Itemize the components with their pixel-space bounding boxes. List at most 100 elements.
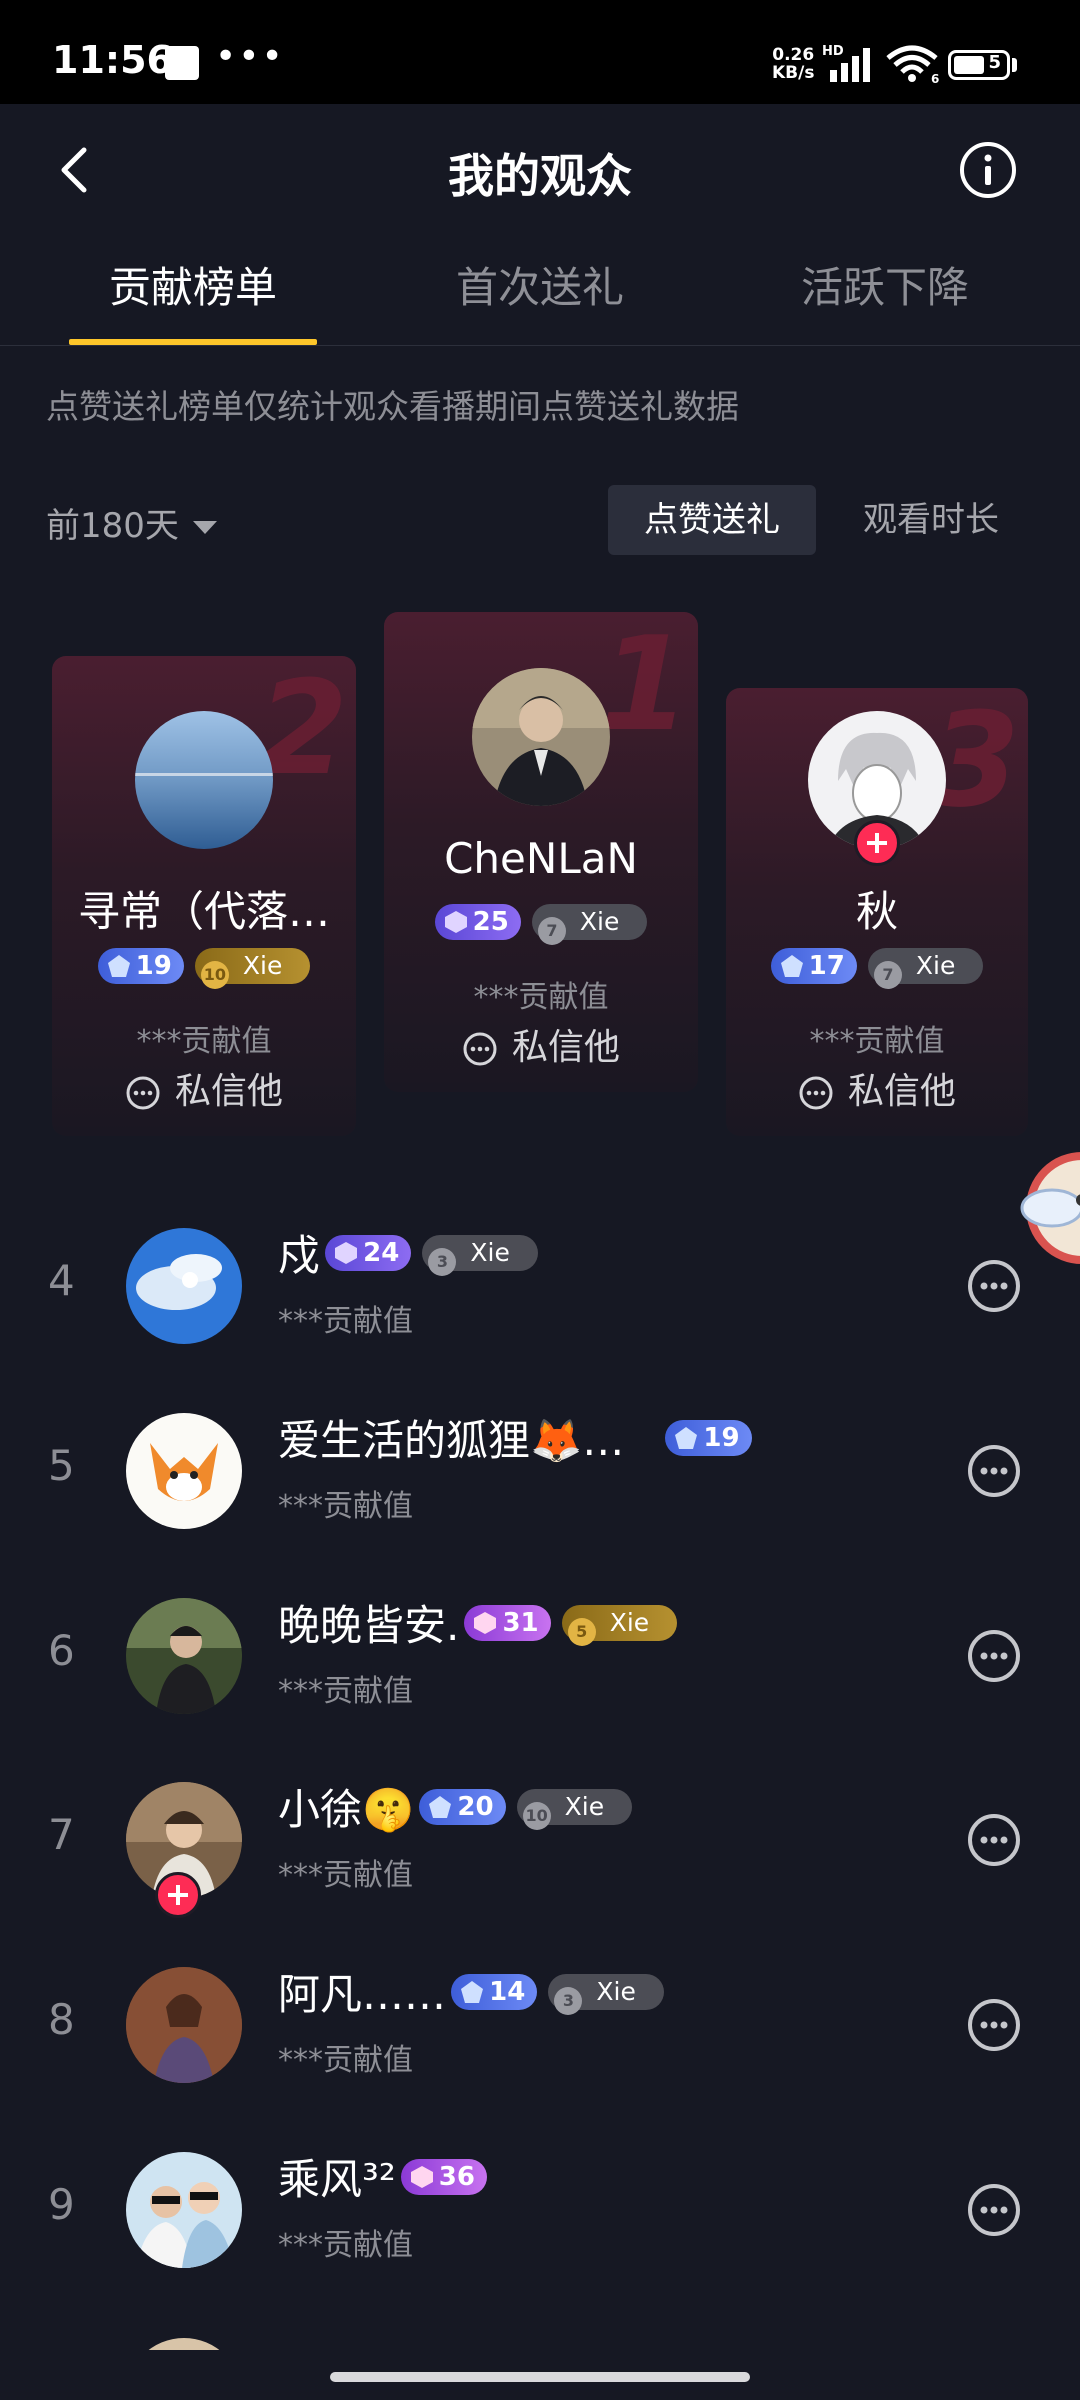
- avatar[interactable]: [126, 1413, 242, 1529]
- gem-icon: [444, 911, 467, 933]
- message-icon[interactable]: [966, 1997, 1022, 2053]
- card-name: 秋: [855, 887, 898, 936]
- level-badge: 36: [400, 2158, 487, 2195]
- dm-button[interactable]: 私信他: [52, 1062, 356, 1114]
- contribution-value: ***贡献值: [278, 1858, 413, 1893]
- user-name: 小徐🤫: [278, 1785, 415, 1834]
- signal-icon: [830, 48, 870, 82]
- level-badge: 31: [464, 1604, 551, 1641]
- avatar[interactable]: [126, 2338, 242, 2350]
- list-item[interactable]: 4 戍 24 3 Xie ***贡献值: [0, 1198, 1080, 1378]
- contribution-value: ***贡献值: [473, 980, 609, 1015]
- avatar[interactable]: [126, 1228, 242, 1344]
- gem-icon: [107, 955, 130, 977]
- list-item[interactable]: 6 晚晚皆安. 31 5 Xie ***贡献值: [0, 1568, 1080, 1748]
- toggle-watch-time[interactable]: 观看时长: [836, 485, 1026, 555]
- gem-icon: [461, 1980, 484, 2003]
- podium-card-3[interactable]: 3 秋 17 7 Xie ***贡献值 私信他: [726, 688, 1028, 1136]
- user-name: 爱生活的狐狸🦊…: [278, 1416, 625, 1465]
- gem-icon: [675, 1426, 698, 1449]
- dm-button[interactable]: 私信他: [384, 1018, 698, 1070]
- tab-first-gift[interactable]: 首次送礼: [390, 254, 690, 315]
- page-title: 我的观众: [448, 149, 632, 203]
- message-icon[interactable]: [966, 2182, 1022, 2238]
- level-badge: 24: [325, 1234, 412, 1271]
- message-icon[interactable]: [966, 1443, 1022, 1499]
- notification-icon: [165, 46, 199, 80]
- avatar[interactable]: [126, 2152, 242, 2268]
- follow-button[interactable]: [155, 1872, 201, 1918]
- wifi-icon: 6: [886, 45, 939, 84]
- row-name-line: 晚晚皆安. 31 5 Xie: [278, 1592, 678, 1653]
- svg-text:6: 6: [931, 72, 939, 84]
- row-name-line: 戍 24 3 Xie: [278, 1222, 538, 1283]
- gem-icon: [474, 1611, 497, 1634]
- tab-activity-drop[interactable]: 活跃下降: [735, 254, 1035, 315]
- more-notifications-icon: •••: [215, 36, 285, 77]
- row-rank: 5: [48, 1441, 75, 1490]
- podium-card-2[interactable]: 2 寻常（代落… 19 10 Xie ***贡献值 私信他: [52, 656, 356, 1136]
- message-icon[interactable]: [966, 1628, 1022, 1684]
- contribution-value: ***贡献值: [278, 2043, 413, 2078]
- message-icon: [799, 1076, 833, 1110]
- heart-icon: 3: [428, 1247, 457, 1276]
- gem-icon: [410, 2165, 433, 2188]
- network-speed: 0.26 KB/s: [772, 45, 815, 83]
- row-name-line: 阿凡…… 14 3 Xie: [278, 1961, 664, 2022]
- contribution-value: ***贡献值: [278, 1489, 413, 1524]
- row-rank: 4: [48, 1256, 75, 1305]
- list-item-partial[interactable]: [0, 2310, 1080, 2350]
- row-rank: 7: [48, 1810, 75, 1859]
- avatar[interactable]: [126, 1598, 242, 1714]
- tab-contribution[interactable]: 贡献榜单: [43, 254, 343, 315]
- nav-header: 我的观众: [0, 104, 1080, 234]
- fan-badge: 7 Xie: [531, 904, 648, 945]
- fan-badge: 10 Xie: [194, 948, 311, 989]
- message-icon: [126, 1076, 160, 1110]
- avatar[interactable]: [126, 1967, 242, 2083]
- battery-icon: 5: [948, 50, 1010, 80]
- message-icon[interactable]: [966, 1258, 1022, 1314]
- fan-badge: 7 Xie: [867, 948, 984, 989]
- card-name: CheNLaN: [444, 834, 638, 883]
- card-rank: 1: [599, 612, 690, 760]
- list-item[interactable]: 8 阿凡…… 14 3 Xie ***贡献值: [0, 1937, 1080, 2117]
- home-indicator[interactable]: [330, 2372, 750, 2382]
- heart-icon: 10: [522, 1801, 551, 1830]
- contribution-value: ***贡献值: [278, 1674, 413, 1709]
- level-badge: 19: [97, 948, 184, 984]
- fan-badge: 3 Xie: [422, 1234, 538, 1276]
- toggle-like-gift[interactable]: 点赞送礼: [608, 485, 816, 555]
- row-rank: 8: [48, 1995, 75, 2044]
- list-item[interactable]: 9 乘风³² 36 ***贡献值: [0, 2122, 1080, 2302]
- user-name: 戍: [278, 1231, 321, 1280]
- level-badge: 19: [665, 1419, 752, 1456]
- row-name-line: 爱生活的狐狸🦊… 19: [278, 1407, 752, 1468]
- contribution-value: ***贡献值: [136, 1024, 272, 1059]
- level-badge: 25: [434, 904, 521, 940]
- heart-icon: 7: [873, 961, 902, 989]
- list-item[interactable]: 7 小徐🤫 20 10 Xie ***贡献值: [0, 1752, 1080, 1932]
- message-icon[interactable]: [966, 1812, 1022, 1868]
- fan-badge: 3 Xie: [548, 1973, 664, 2015]
- podium-card-1[interactable]: 1 CheNLaN 25 7 Xie ***贡献值 私信他: [384, 612, 698, 1092]
- heart-icon: 3: [554, 1986, 583, 2015]
- badges: 25 7 Xie: [384, 904, 698, 945]
- row-rank: 9: [48, 2180, 75, 2229]
- badges: 17 7 Xie: [726, 948, 1028, 989]
- avatar[interactable]: [472, 668, 610, 806]
- status-time: 11:56: [52, 38, 173, 82]
- follow-button[interactable]: [854, 820, 900, 866]
- dm-button[interactable]: 私信他: [726, 1062, 1028, 1114]
- contribution-value: ***贡献值: [809, 1024, 945, 1059]
- period-dropdown[interactable]: 前180天: [46, 498, 217, 547]
- user-name: 阿凡……: [278, 1970, 447, 2019]
- fan-badge: 10 Xie: [516, 1788, 633, 1830]
- row-name-line: 小徐🤫 20 10 Xie: [278, 1776, 633, 1837]
- contribution-value: ***贡献值: [278, 2228, 413, 2263]
- gem-icon: [335, 1241, 358, 1264]
- info-icon[interactable]: [958, 140, 1018, 200]
- battery-tip: [1012, 58, 1017, 72]
- list-item[interactable]: 5 爱生活的狐狸🦊… 19 ***贡献值: [0, 1383, 1080, 1563]
- avatar[interactable]: [135, 711, 273, 849]
